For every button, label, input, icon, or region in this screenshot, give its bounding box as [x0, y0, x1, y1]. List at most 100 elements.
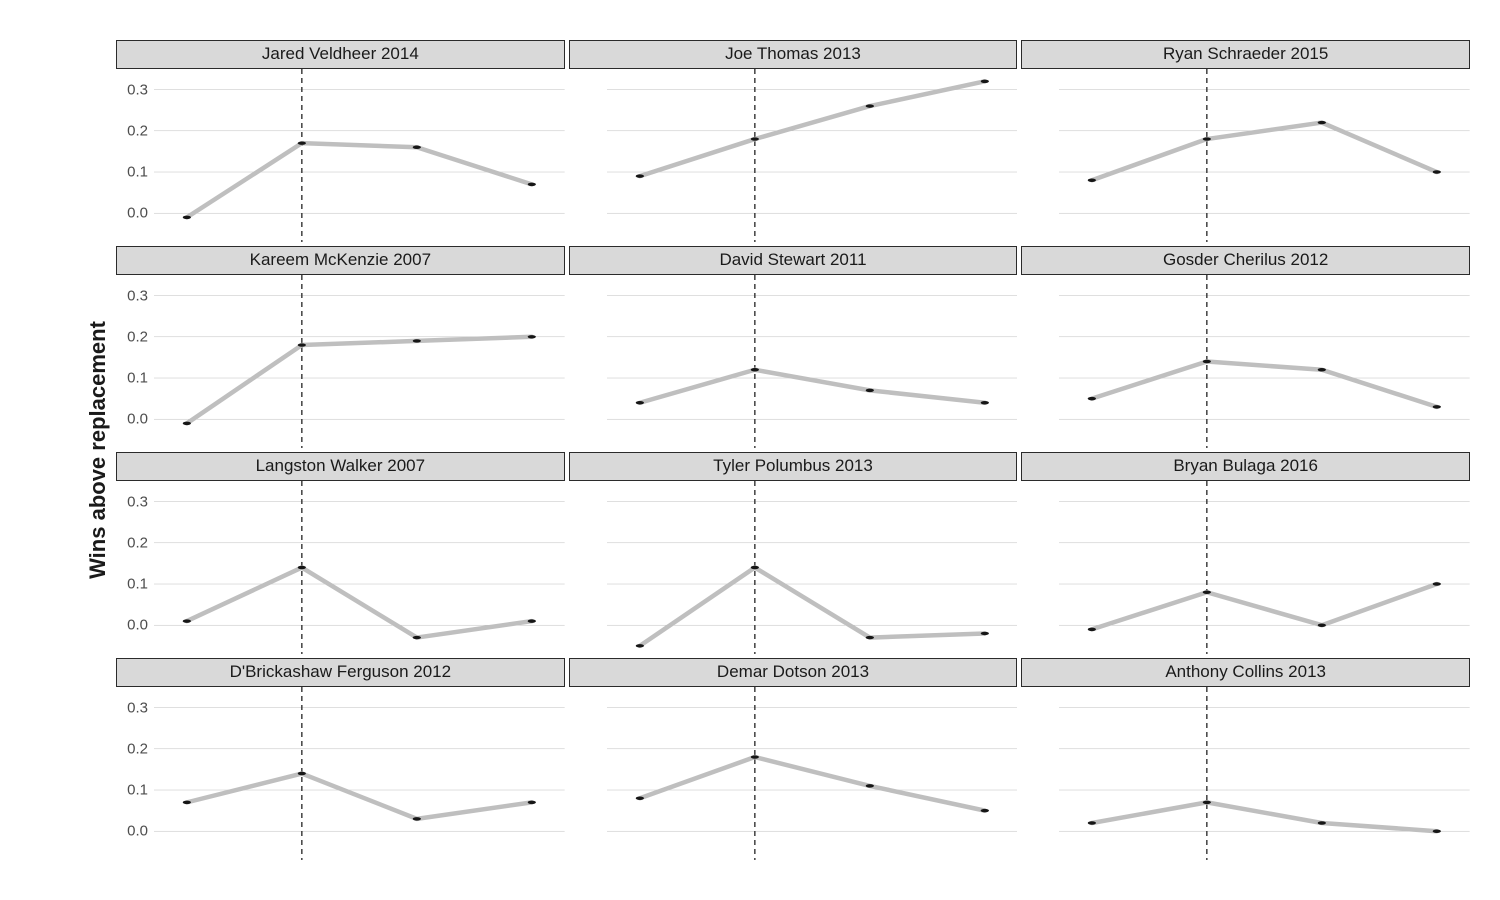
data-point [980, 401, 988, 404]
panel-title: Ryan Schraeder 2015 [1021, 40, 1470, 69]
data-point [1318, 623, 1326, 626]
plot-area [154, 275, 565, 448]
data-point [1318, 121, 1326, 124]
panel-body: 0.00.10.20.3 [1021, 275, 1470, 448]
panel-svg [607, 481, 1018, 654]
panel-body: 0.00.10.20.3 [569, 481, 1018, 654]
panel: Kareem McKenzie 20070.00.10.20.3 [116, 246, 565, 448]
plot-area [154, 481, 565, 654]
y-tick-label: 0.3 [127, 288, 148, 303]
data-point [1203, 360, 1211, 363]
panel-svg [607, 687, 1018, 860]
panel-svg [154, 69, 565, 242]
facet-grid: Jared Veldheer 20140.00.10.20.3Joe Thoma… [116, 40, 1470, 860]
y-tick-label: 0.2 [127, 535, 148, 550]
plot-area [1059, 275, 1470, 448]
plot-area [607, 275, 1018, 448]
data-point [635, 644, 643, 647]
data-point [1433, 582, 1441, 585]
panel: Gosder Cherilus 20120.00.10.20.3 [1021, 246, 1470, 448]
panel: Jared Veldheer 20140.00.10.20.3 [116, 40, 565, 242]
panel-title: Jared Veldheer 2014 [116, 40, 565, 69]
data-point [635, 174, 643, 177]
y-tick-label: 0.2 [127, 329, 148, 344]
data-point [635, 401, 643, 404]
panel: Tyler Polumbus 20130.00.10.20.3 [569, 452, 1018, 654]
data-point [980, 80, 988, 83]
panel-body: 0.00.10.20.3 [1021, 69, 1470, 242]
panel-svg [607, 69, 1018, 242]
y-tick-label: 0.1 [127, 782, 148, 797]
panel-svg [154, 275, 565, 448]
data-point [865, 389, 873, 392]
panel-title: Langston Walker 2007 [116, 452, 565, 481]
panel-body: 0.00.10.20.3 [1021, 687, 1470, 860]
y-tick-column: 0.00.10.20.3 [116, 275, 154, 448]
y-axis-label-container: Wins above replacement [80, 40, 116, 860]
data-point [413, 339, 421, 342]
panel-svg [1059, 69, 1470, 242]
data-point [1088, 178, 1096, 181]
y-tick-label: 0.1 [127, 576, 148, 591]
data-point [298, 772, 306, 775]
plot-area [1059, 69, 1470, 242]
panel-title: Joe Thomas 2013 [569, 40, 1018, 69]
data-point [1433, 829, 1441, 832]
y-tick-label: 0.0 [127, 824, 148, 839]
y-tick-label: 0.0 [127, 206, 148, 221]
data-point [413, 145, 421, 148]
series-line [187, 567, 532, 637]
plot-area [1059, 687, 1470, 860]
panel: Bryan Bulaga 20160.00.10.20.3 [1021, 452, 1470, 654]
data-point [183, 422, 191, 425]
series-line [1092, 123, 1437, 181]
panel-body: 0.00.10.20.3 [569, 687, 1018, 860]
data-point [528, 619, 536, 622]
data-point [183, 216, 191, 219]
plot-area [1059, 481, 1470, 654]
panel-body: 0.00.10.20.3 [1021, 481, 1470, 654]
panel-svg [1059, 481, 1470, 654]
panel: Ryan Schraeder 20150.00.10.20.3 [1021, 40, 1470, 242]
panel: Demar Dotson 20130.00.10.20.3 [569, 658, 1018, 860]
panel-svg [607, 275, 1018, 448]
panel-body: 0.00.10.20.3 [116, 275, 565, 448]
data-point [865, 784, 873, 787]
series-line [187, 773, 532, 818]
panel: Joe Thomas 20130.00.10.20.3 [569, 40, 1018, 242]
data-point [750, 368, 758, 371]
y-tick-column: 0.00.10.20.3 [116, 481, 154, 654]
plot-area [154, 687, 565, 860]
y-axis-label: Wins above replacement [85, 321, 111, 579]
panel-svg [1059, 275, 1470, 448]
data-point [183, 801, 191, 804]
series-line [640, 81, 985, 176]
series-line [640, 757, 985, 811]
y-tick-label: 0.1 [127, 370, 148, 385]
y-tick-label: 0.2 [127, 123, 148, 138]
data-point [1318, 368, 1326, 371]
data-point [183, 619, 191, 622]
series-line [1092, 802, 1437, 831]
panel: Anthony Collins 20130.00.10.20.3 [1021, 658, 1470, 860]
data-point [635, 796, 643, 799]
panel-body: 0.00.10.20.3 [569, 275, 1018, 448]
data-point [1433, 405, 1441, 408]
data-point [1203, 801, 1211, 804]
data-point [298, 343, 306, 346]
series-line [187, 337, 532, 424]
data-point [750, 755, 758, 758]
series-line [640, 567, 985, 645]
panel: D'Brickashaw Ferguson 20120.00.10.20.3 [116, 658, 565, 860]
data-point [298, 566, 306, 569]
data-point [750, 566, 758, 569]
data-point [528, 183, 536, 186]
panel-title: Kareem McKenzie 2007 [116, 246, 565, 275]
y-tick-label: 0.0 [127, 618, 148, 633]
data-point [413, 636, 421, 639]
data-point [1203, 137, 1211, 140]
panel-title: Bryan Bulaga 2016 [1021, 452, 1470, 481]
y-tick-column: 0.00.10.20.3 [116, 687, 154, 860]
y-tick-label: 0.3 [127, 700, 148, 715]
plot-area [607, 687, 1018, 860]
